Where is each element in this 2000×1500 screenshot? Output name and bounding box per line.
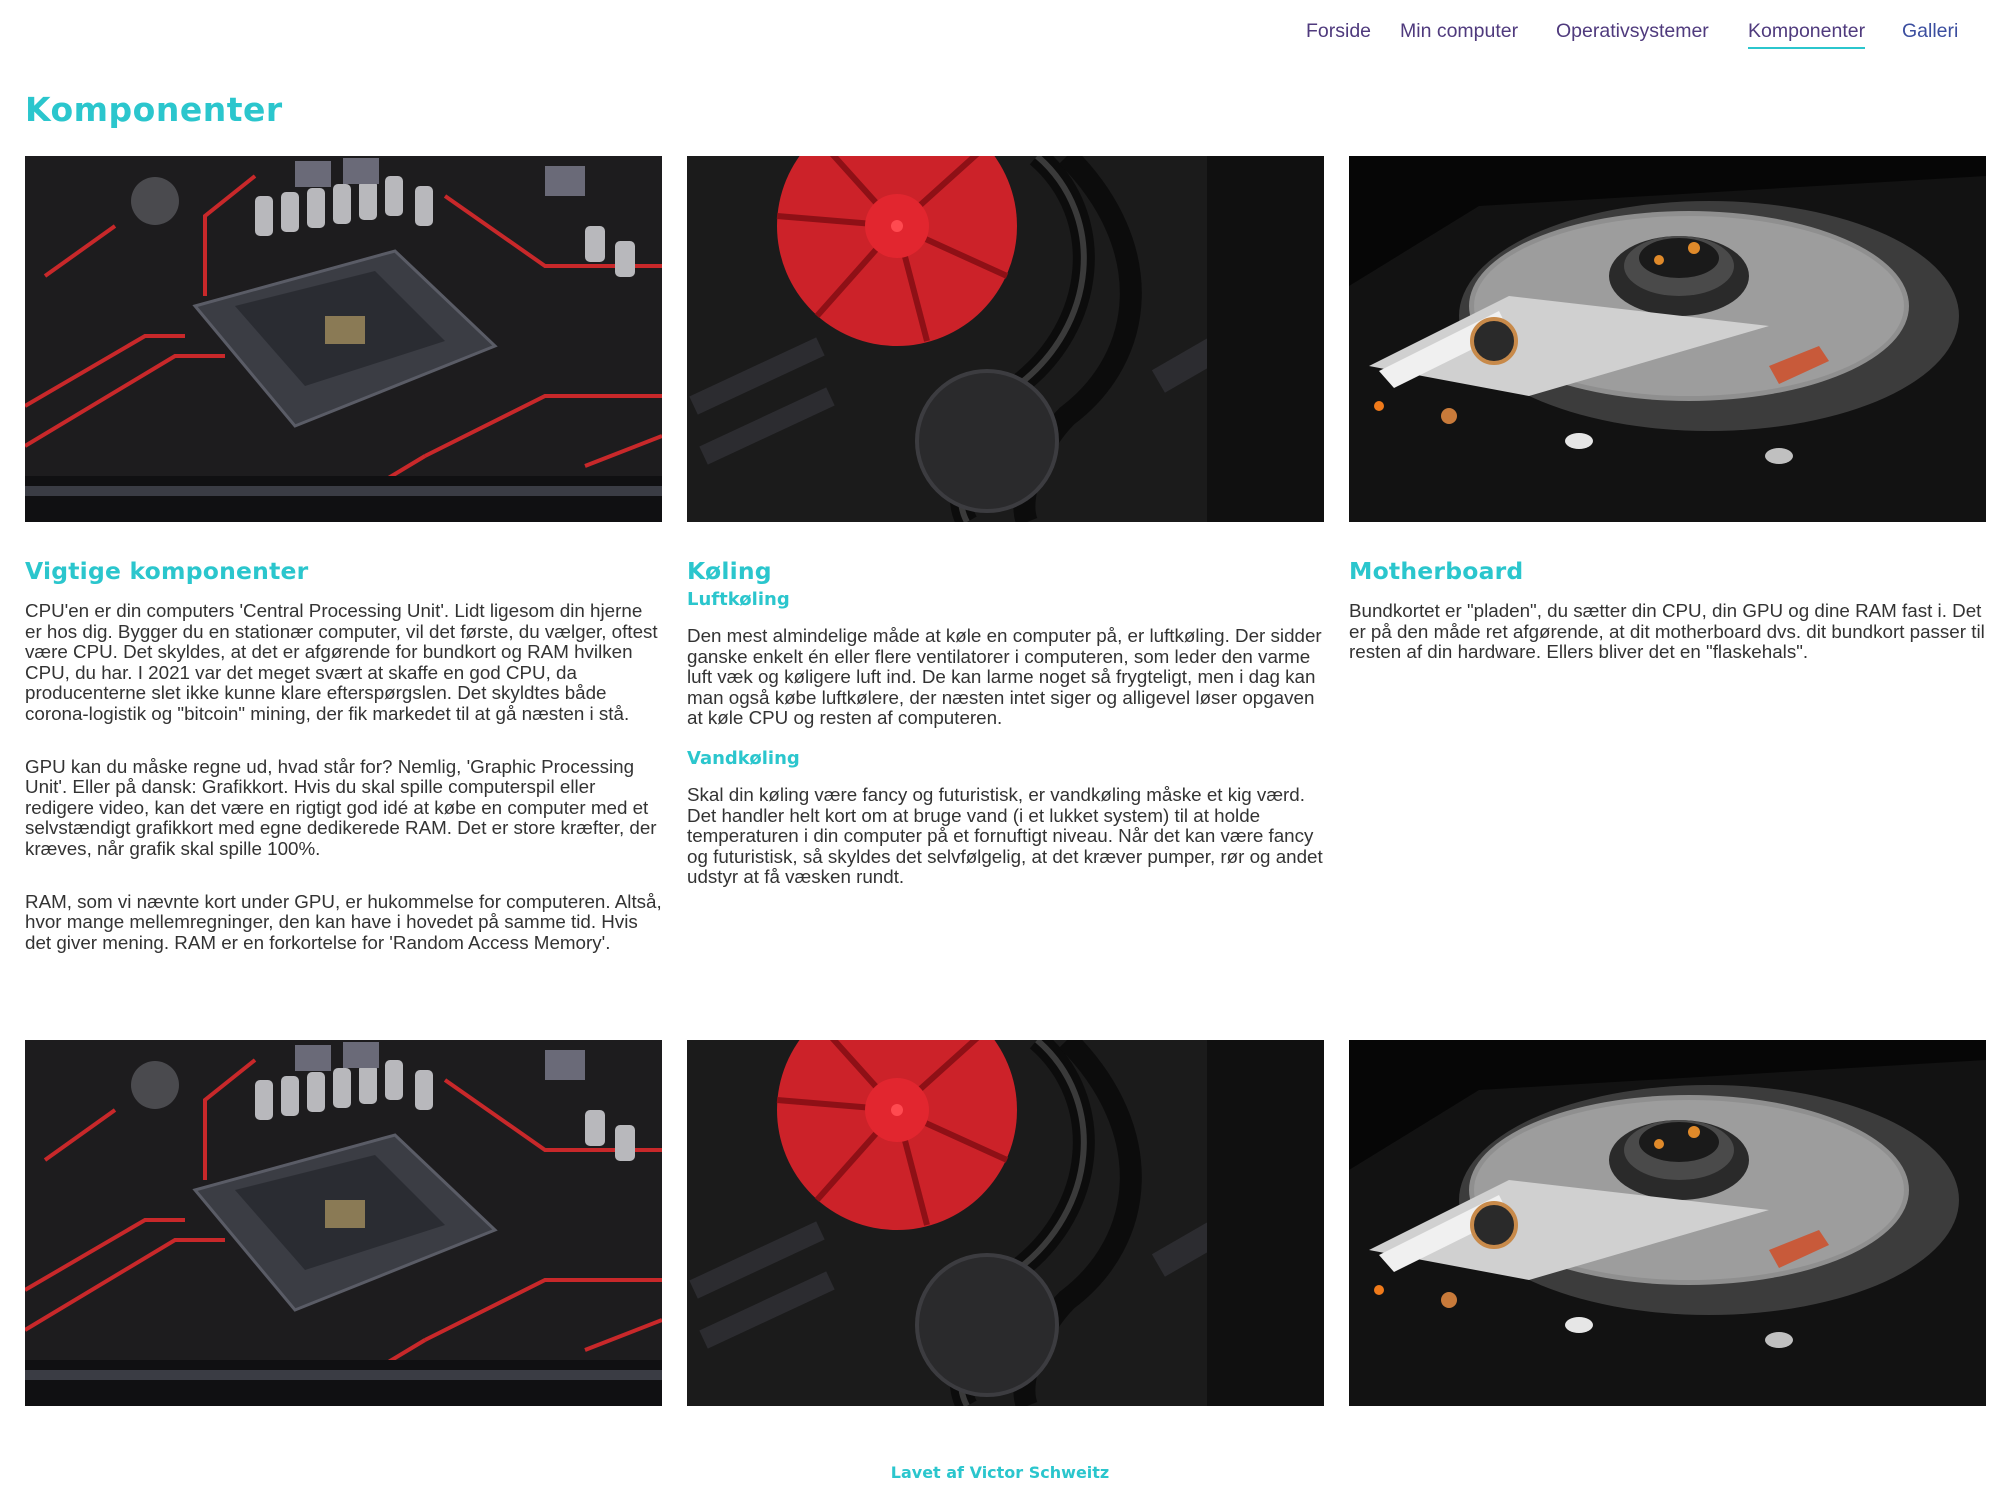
section-motherboard: Motherboard Bundkortet er "pladen", du s…: [1349, 556, 1986, 663]
paragraph-motherboard: Bundkortet er "pladen", du sætter din CP…: [1349, 600, 1985, 663]
section-heading: Køling: [687, 557, 772, 585]
section-vigtige-komponenter: Vigtige komponenter CPU'en er din comput…: [25, 556, 662, 953]
section-koling: Køling Luftkøling Den mest almindelige m…: [687, 556, 1324, 888]
paragraph-vandkoling: Skal din køling være fancy og futuristis…: [687, 783, 1323, 888]
nav-link-galleri[interactable]: Galleri: [1902, 20, 1958, 43]
footer-credit: Lavet af Victor Schweitz: [890, 1463, 1110, 1482]
nav-link-min-computer[interactable]: Min computer: [1400, 20, 1518, 43]
nav-link-komponenter[interactable]: Komponenter: [1748, 20, 1866, 49]
nav-link-forside[interactable]: Forside: [1306, 20, 1371, 43]
section-heading: Motherboard: [1349, 557, 1524, 585]
nav-link-operativsystemer[interactable]: Operativsystemer: [1556, 20, 1709, 43]
paragraph-luftkoling: Den mest almindelige måde at køle en com…: [687, 625, 1322, 729]
hard-drive-photo: [1349, 1040, 1986, 1406]
paragraph-gpu: GPU kan du måske regne ud, hvad står for…: [25, 755, 657, 859]
red-cpu-cooler-photo: [687, 1040, 1324, 1406]
subheading-luftkoling: Luftkøling: [687, 589, 790, 610]
red-cpu-cooler-photo: [687, 156, 1324, 522]
hard-drive-photo: [1349, 156, 1986, 522]
cpu-socket-photo: [25, 1040, 662, 1406]
section-heading: Vigtige komponenter: [25, 557, 309, 585]
cpu-socket-photo: [25, 156, 662, 522]
paragraph-cpu: CPU'en er din computers 'Central Process…: [25, 600, 658, 724]
paragraph-ram: RAM, som vi nævnte kort under GPU, er hu…: [25, 890, 662, 953]
subheading-vandkoling: Vandkøling: [687, 747, 800, 769]
main-navigation: Forside Min computer Operativsystemer Ko…: [0, 20, 2000, 49]
page-title: Komponenter: [25, 90, 283, 129]
